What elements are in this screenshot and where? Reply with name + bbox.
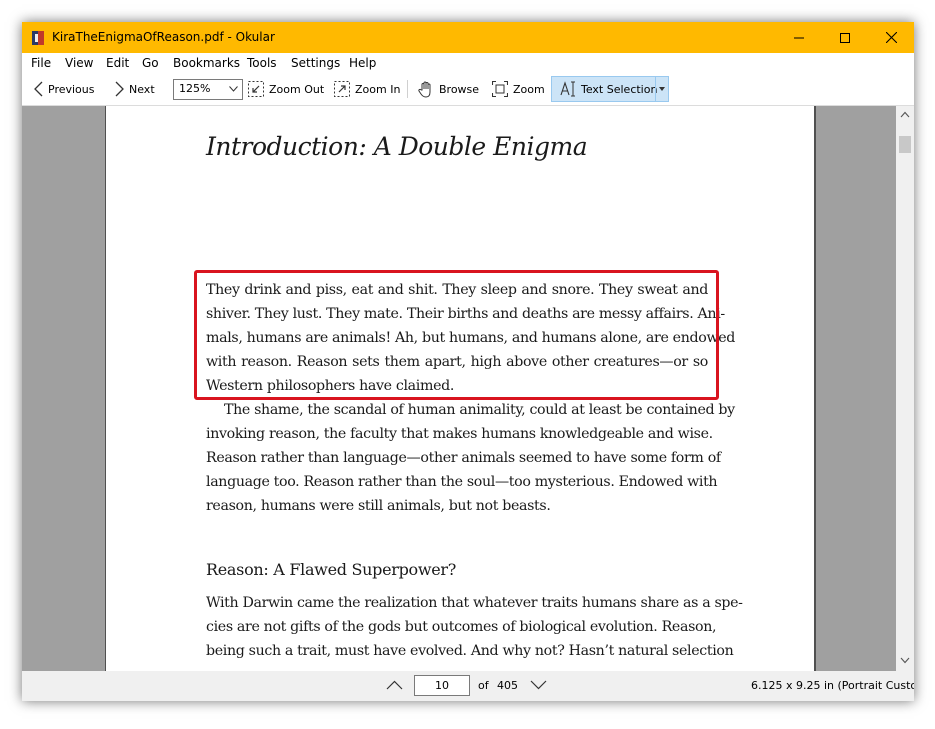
- window-title: KiraTheEnigmaOfReason.pdf - Okular: [52, 30, 275, 44]
- menu-go[interactable]: Go: [142, 56, 159, 70]
- chevron-right-icon: [115, 81, 124, 97]
- menu-bar: File View Edit Go Bookmarks Tools Settin…: [22, 53, 914, 74]
- chevron-down-icon: [229, 86, 238, 92]
- zoom-tool-button[interactable]: Zoom: [492, 77, 545, 101]
- zoom-level-select[interactable]: 125%: [173, 79, 243, 100]
- page-size-info: 6.125 x 9.25 in (Portrait Custom): [751, 679, 914, 692]
- menu-bookmarks[interactable]: Bookmarks: [173, 56, 240, 70]
- maximize-button[interactable]: [822, 22, 868, 53]
- paragraph-line: invoking reason, the faculty that makes …: [206, 426, 713, 442]
- paragraph-line: cies are not gifts of the gods but outco…: [206, 619, 717, 635]
- page-number-value: 10: [435, 679, 449, 692]
- zoom-selection-icon: [492, 81, 508, 97]
- section-heading: Reason: A Flawed Superpower?: [206, 560, 457, 579]
- menu-edit[interactable]: Edit: [106, 56, 129, 70]
- text-selection-label: Text Selection: [581, 82, 658, 96]
- menu-file[interactable]: File: [31, 56, 51, 70]
- zoom-in-button[interactable]: Zoom In: [334, 77, 400, 101]
- paragraph-line: reason, humans were still animals, but n…: [206, 498, 551, 514]
- status-bar: 10 of 405 6.125 x 9.25 in (Portrait Cust…: [22, 671, 914, 701]
- vertical-scrollbar[interactable]: [896, 106, 914, 671]
- zoom-out-icon: [248, 81, 264, 97]
- close-icon: [885, 32, 897, 43]
- minimize-button[interactable]: [776, 22, 822, 53]
- scroll-down-icon[interactable]: [900, 657, 910, 664]
- scrollbar-thumb[interactable]: [899, 136, 911, 153]
- previous-button[interactable]: Previous: [34, 77, 95, 101]
- next-label: Next: [129, 82, 155, 96]
- main-toolbar: Previous Next 125% Zoom Out Zoom In Brow…: [22, 74, 914, 106]
- text-selection-dropdown[interactable]: [655, 77, 668, 101]
- chevron-left-icon: [34, 81, 43, 97]
- paragraph-line: The shame, the scandal of human animalit…: [224, 402, 735, 418]
- next-page-icon[interactable]: [530, 680, 547, 690]
- okular-window: KiraTheEnigmaOfReason.pdf - Okular File …: [22, 22, 914, 701]
- browse-label: Browse: [439, 82, 480, 96]
- text-selection-tool-button[interactable]: Text Selection: [551, 76, 669, 102]
- zoom-in-icon: [334, 81, 350, 97]
- toolbar-separator: [407, 80, 408, 98]
- next-button[interactable]: Next: [115, 77, 155, 101]
- chapter-heading: Introduction: A Double Enigma: [206, 132, 588, 161]
- scroll-up-icon[interactable]: [900, 111, 910, 118]
- paragraph-line: being such a trait, must have evolved. A…: [206, 643, 734, 659]
- close-button[interactable]: [868, 22, 914, 53]
- paragraph-line: Reason rather than language—other animal…: [206, 450, 721, 466]
- document-page: Introduction: A Double Enigma They drink…: [105, 106, 816, 671]
- previous-label: Previous: [48, 82, 95, 96]
- paragraph-line: language too. Reason rather than the sou…: [206, 474, 718, 490]
- page-of-label: of: [478, 679, 489, 692]
- text-selection-main[interactable]: Text Selection: [560, 81, 657, 97]
- zoom-in-label: Zoom In: [355, 82, 401, 96]
- total-pages: 405: [497, 679, 518, 692]
- zoom-tool-label: Zoom: [513, 82, 545, 96]
- zoom-level-value: 125%: [179, 82, 211, 95]
- zoom-out-button[interactable]: Zoom Out: [248, 77, 324, 101]
- menu-view[interactable]: View: [65, 56, 93, 70]
- okular-app-icon: [32, 31, 44, 45]
- menu-help[interactable]: Help: [349, 56, 376, 70]
- caret-down-icon: [659, 87, 665, 91]
- paragraph-line: With Darwin came the realization that wh…: [206, 595, 743, 611]
- page-number-input[interactable]: 10: [414, 675, 470, 696]
- hand-icon: [418, 80, 431, 98]
- highlight-annotation-box: [194, 270, 719, 400]
- document-viewport[interactable]: Introduction: A Double Enigma They drink…: [22, 106, 896, 671]
- zoom-out-label: Zoom Out: [269, 82, 325, 96]
- title-bar: KiraTheEnigmaOfReason.pdf - Okular: [22, 22, 914, 53]
- menu-settings[interactable]: Settings: [291, 56, 340, 70]
- maximize-icon: [840, 32, 850, 43]
- menu-tools[interactable]: Tools: [247, 56, 277, 70]
- minimize-icon: [794, 37, 804, 38]
- text-cursor-icon: [560, 81, 575, 97]
- browse-tool-button[interactable]: Browse: [418, 77, 479, 101]
- previous-page-icon[interactable]: [386, 680, 403, 690]
